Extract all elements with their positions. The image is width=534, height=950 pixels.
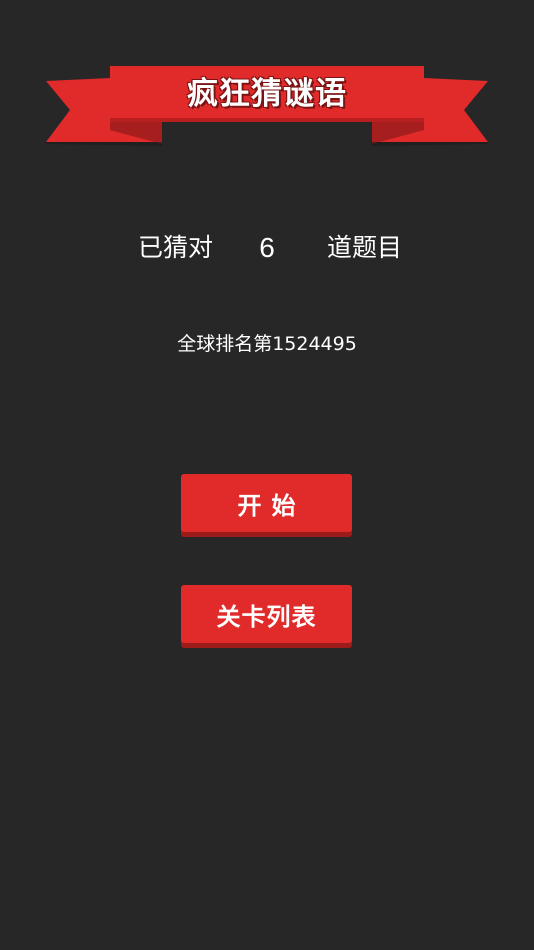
solved-count-line: 已猜对 6 道题目 <box>0 228 534 268</box>
start-button-label: 开始 <box>237 491 306 520</box>
solved-count-value: 6 <box>259 232 275 263</box>
level-list-button[interactable]: 关卡列表 <box>181 585 352 643</box>
app-title: 疯狂猜谜语 <box>187 76 347 112</box>
level-list-button-label: 关卡列表 <box>216 602 317 631</box>
start-button[interactable]: 开始 <box>181 474 352 532</box>
global-ranking-text: 全球排名第1524495 <box>177 333 357 355</box>
solved-prefix-label: 已猜对 <box>138 233 214 262</box>
title-ribbon: 疯狂猜谜语 <box>0 60 534 150</box>
solved-suffix-label: 道题目 <box>327 233 403 262</box>
